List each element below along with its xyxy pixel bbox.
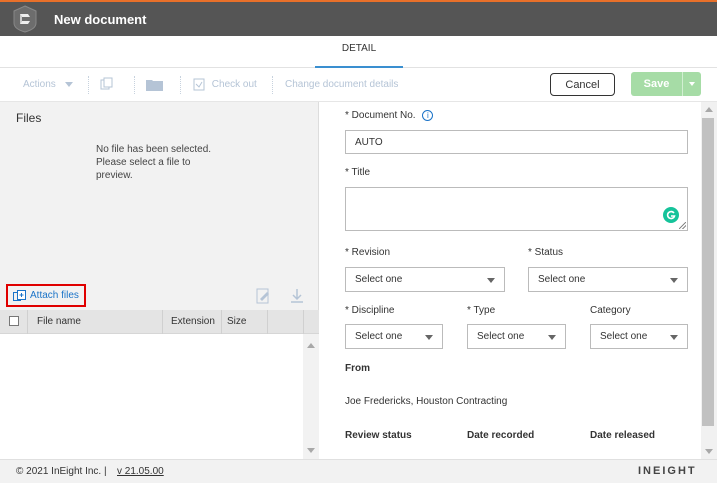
document-form: * Document No. i AUTO * Title * Revision…: [320, 102, 717, 459]
tab-bar: DETAIL: [0, 36, 717, 68]
copy-icon[interactable]: [100, 68, 114, 102]
discipline-select[interactable]: Select one: [345, 324, 443, 349]
toolbar-divider: [134, 76, 135, 94]
file-grid-body: [0, 334, 303, 459]
resize-handle-icon[interactable]: [679, 222, 686, 229]
column-size[interactable]: Size: [227, 310, 246, 334]
change-details-button[interactable]: Change document details: [285, 68, 398, 102]
category-value: Select one: [600, 331, 648, 342]
toolbar: Actions Check out Change document detail…: [0, 68, 717, 102]
title-label: * Title: [345, 167, 371, 178]
edit-file-icon[interactable]: [256, 288, 271, 307]
title-field[interactable]: [345, 187, 688, 231]
review-status-label: Review status: [345, 430, 412, 441]
folder-icon[interactable]: [146, 68, 163, 102]
scroll-up-icon[interactable]: [307, 343, 315, 348]
type-value: Select one: [477, 331, 525, 342]
app-header: New document: [0, 0, 717, 36]
footer: © 2021 InEight Inc. | v 21.05.00 INEIGHT: [0, 459, 717, 483]
grammarly-icon[interactable]: [663, 207, 679, 223]
ineight-logo-icon: [8, 3, 42, 35]
document-no-label: * Document No. i: [345, 110, 434, 122]
document-no-label-text: * Document No.: [345, 110, 416, 122]
download-icon[interactable]: [290, 288, 304, 307]
discipline-value: Select one: [355, 331, 403, 342]
type-label: * Type: [467, 305, 496, 316]
cancel-button[interactable]: Cancel: [550, 73, 615, 96]
from-value: Joe Fredericks, Houston Contracting: [345, 396, 508, 407]
revision-select[interactable]: Select one: [345, 267, 505, 292]
file-grid-header: File name Extension Size: [0, 310, 319, 334]
page-title: New document: [54, 11, 147, 27]
from-label: From: [345, 363, 370, 374]
category-select[interactable]: Select one: [590, 324, 688, 349]
type-select[interactable]: Select one: [467, 324, 566, 349]
status-select[interactable]: Select one: [528, 267, 688, 292]
revision-value: Select one: [355, 274, 403, 285]
select-all-checkbox[interactable]: [9, 310, 19, 334]
save-options-button[interactable]: [682, 72, 701, 96]
scroll-down-icon[interactable]: [705, 449, 713, 454]
checkout-icon: [193, 78, 205, 91]
form-scrollbar-thumb[interactable]: [702, 118, 714, 426]
checkout-label: Check out: [211, 79, 257, 90]
column-divider: [267, 310, 268, 334]
save-button[interactable]: Save: [631, 72, 682, 96]
brand-logo: INEIGHT: [638, 465, 697, 477]
actions-menu[interactable]: Actions: [23, 68, 73, 102]
files-title: Files: [16, 111, 42, 125]
category-label: Category: [590, 305, 631, 316]
tab-detail[interactable]: DETAIL: [315, 36, 403, 68]
scroll-down-icon[interactable]: [307, 448, 315, 453]
actions-label: Actions: [23, 79, 56, 90]
column-divider: [303, 310, 304, 334]
scroll-up-icon[interactable]: [705, 107, 713, 112]
copyright-text: © 2021 InEight Inc. |: [16, 466, 107, 477]
column-divider: [27, 310, 28, 334]
column-divider: [162, 310, 163, 334]
file-grid-scrollbar[interactable]: [303, 334, 319, 459]
attach-files-button[interactable]: Attach files: [6, 284, 86, 307]
document-no-field[interactable]: AUTO: [345, 130, 688, 154]
attach-icon: [13, 289, 26, 301]
date-recorded-label: Date recorded: [467, 430, 535, 441]
column-extension[interactable]: Extension: [171, 310, 215, 334]
toolbar-divider: [180, 76, 181, 94]
no-file-message: No file has been selected. Please select…: [96, 144, 212, 181]
date-released-label: Date released: [590, 430, 656, 441]
files-panel: Files No file has been selected. Please …: [0, 102, 319, 459]
checkout-button[interactable]: Check out: [193, 68, 257, 102]
info-icon[interactable]: i: [422, 110, 434, 121]
version-link[interactable]: v 21.05.00: [117, 466, 164, 477]
toolbar-divider: [272, 76, 273, 94]
status-label: * Status: [528, 247, 564, 258]
attach-files-label: Attach files: [30, 290, 79, 301]
chevron-down-icon: [64, 81, 73, 87]
toolbar-divider: [88, 76, 89, 94]
column-file-name[interactable]: File name: [37, 310, 81, 334]
revision-label: * Revision: [345, 247, 391, 258]
column-divider: [221, 310, 222, 334]
discipline-label: * Discipline: [345, 305, 395, 316]
chevron-down-icon: [689, 82, 695, 86]
status-value: Select one: [538, 274, 586, 285]
